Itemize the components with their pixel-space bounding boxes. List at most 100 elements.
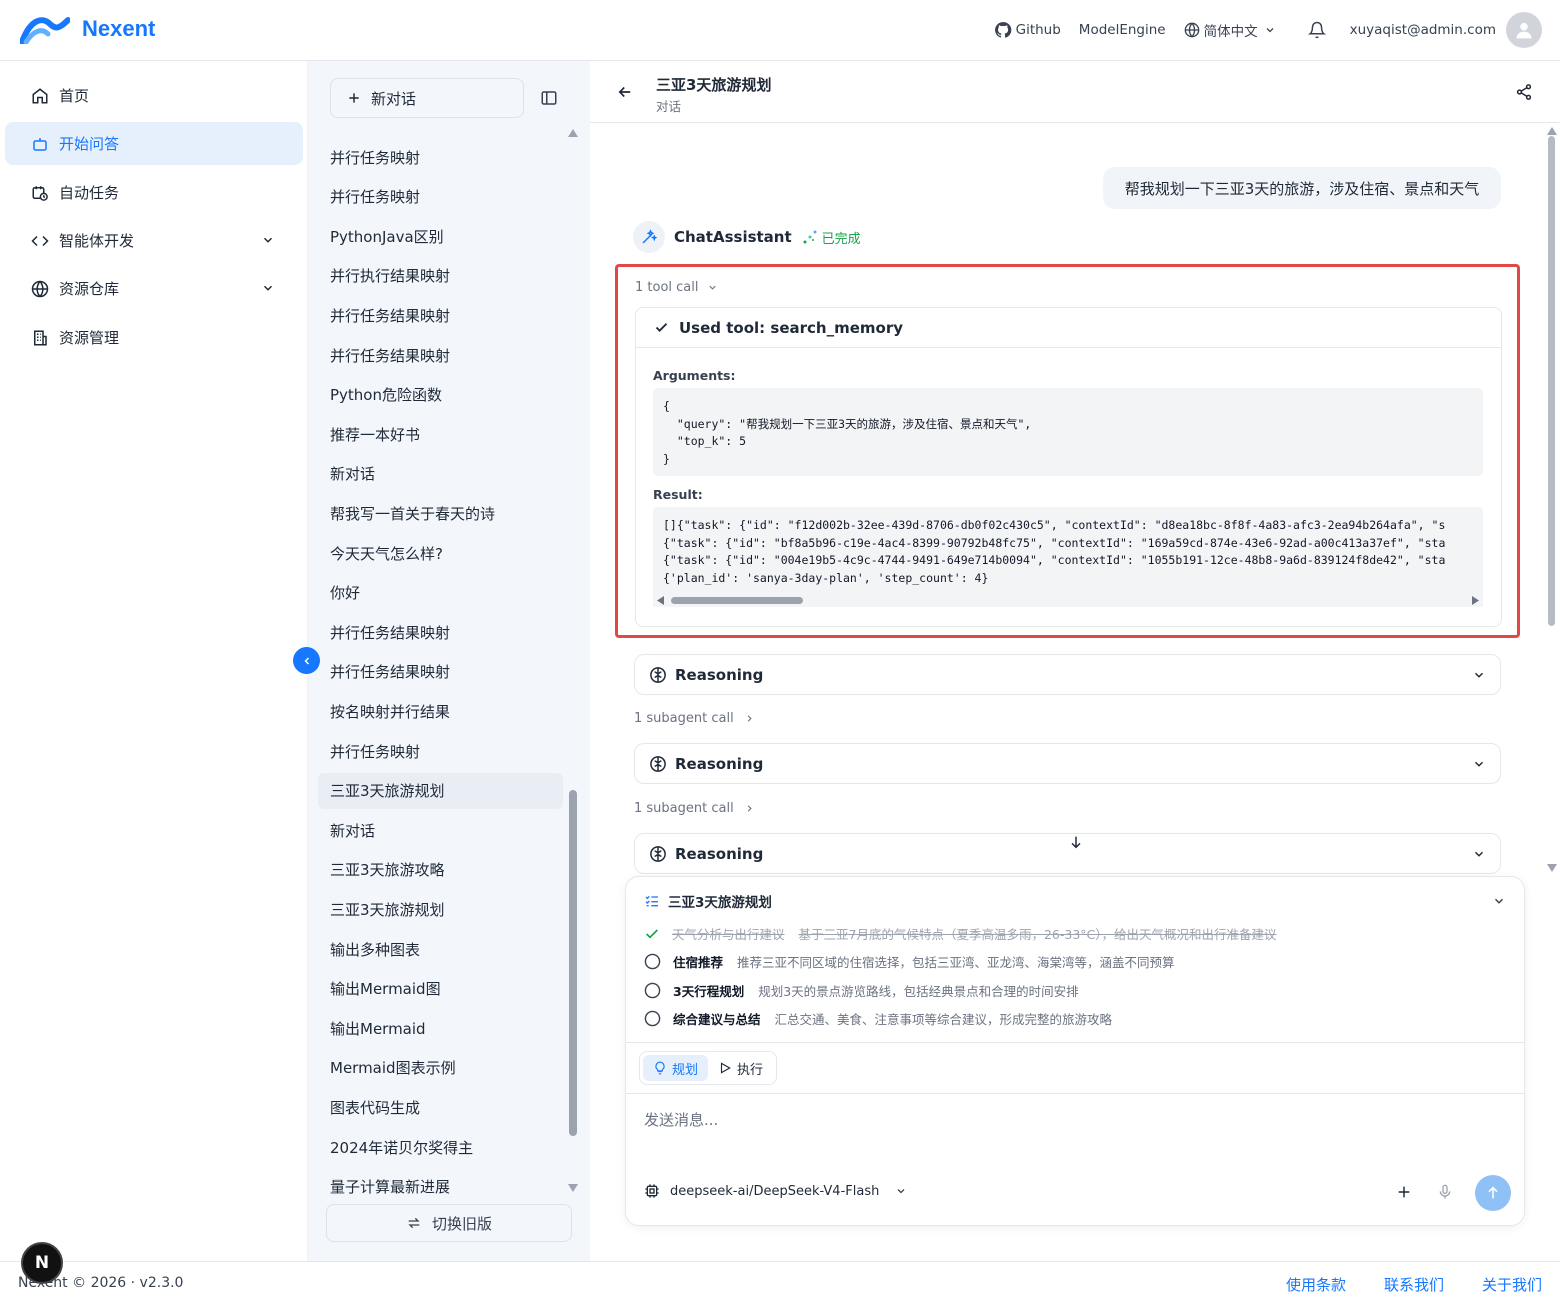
mode-toggle: 规划 执行 — [639, 1051, 778, 1085]
history-item[interactable]: 三亚3天旅游规划 — [318, 772, 563, 809]
step-desc: 推荐三亚不同区域的住宿选择，包括三亚湾、亚龙湾、海棠湾等，涵盖不同预算 — [737, 955, 1175, 970]
subagent-call-label: 1 subagent call — [634, 801, 734, 816]
tool-card-header[interactable]: Used tool: search_memory — [636, 308, 1501, 348]
sparkle-dots-icon — [803, 230, 817, 244]
nav-item-resource-mgmt[interactable]: 资源管理 — [5, 316, 303, 359]
switch-old-version-button[interactable]: 切换旧版 — [326, 1204, 572, 1242]
history-item[interactable]: 并行任务映射 — [318, 733, 563, 769]
logo[interactable]: Nexent — [20, 14, 155, 44]
circle-icon — [644, 982, 661, 999]
reasoning-block[interactable]: Reasoning — [634, 743, 1501, 784]
reasoning-label: Reasoning — [675, 665, 764, 684]
collapse-sidebar-button[interactable] — [293, 647, 320, 674]
tool-call-toggle[interactable]: 1 tool call — [635, 280, 718, 295]
agent-name: ChatAssistant — [674, 228, 792, 246]
add-attachment-button[interactable] — [1396, 1184, 1412, 1204]
bot-icon — [33, 137, 47, 151]
history-item[interactable]: 输出多种图表 — [318, 931, 563, 967]
history-item[interactable]: 并行任务结果映射 — [318, 337, 563, 373]
top-bar: Nexent Github ModelEngine 简体中文 xuyaqist@… — [0, 0, 1560, 61]
avatar[interactable] — [1506, 12, 1542, 48]
history-item[interactable]: 输出Mermaid图 — [318, 971, 563, 1007]
history-item[interactable]: 你好 — [318, 575, 563, 611]
agent-status: 已完成 — [802, 228, 861, 247]
history-item[interactable]: 三亚3天旅游规划 — [318, 891, 563, 927]
result-horizontal-scrollbar[interactable] — [653, 593, 1483, 607]
history-item[interactable]: 并行任务结果映射 — [318, 297, 563, 333]
history-item[interactable]: 帮我写一首关于春天的诗 — [318, 495, 563, 531]
history-scrollbar-thumb[interactable] — [569, 790, 577, 1136]
voice-input-button[interactable] — [1437, 1184, 1453, 1204]
scroll-right-icon[interactable] — [1472, 596, 1479, 605]
history-item[interactable]: 今天天气怎么样? — [318, 535, 563, 571]
github-label: Github — [1015, 22, 1061, 38]
scrollbar-thumb[interactable] — [671, 597, 803, 604]
user-email[interactable]: xuyaqist@admin.com — [1350, 22, 1496, 38]
switch-old-label: 切换旧版 — [431, 1214, 492, 1233]
reasoning-label: Reasoning — [675, 754, 764, 773]
history-item[interactable]: 并行任务映射 — [318, 179, 563, 215]
history-item[interactable]: 并行任务结果映射 — [318, 654, 563, 690]
scroll-down-icon[interactable] — [1547, 864, 1557, 872]
language-label: 简体中文 — [1203, 24, 1258, 40]
history-item[interactable]: 并行执行结果映射 — [318, 258, 563, 294]
back-button[interactable] — [616, 83, 634, 105]
share-button[interactable] — [1515, 83, 1533, 105]
history-item[interactable]: 新对话 — [318, 456, 563, 492]
nav-item-start-qa[interactable]: 开始问答 — [5, 122, 303, 165]
new-chat-button[interactable]: 新对话 — [330, 78, 524, 118]
history-item[interactable]: 2024年诺贝尔奖得主 — [318, 1129, 563, 1165]
contact-link[interactable]: 联系我们 — [1384, 1274, 1444, 1295]
nexent-logo-icon — [20, 17, 70, 44]
nav-item-auto-tasks[interactable]: 自动任务 — [5, 171, 303, 214]
history-item[interactable]: 图表代码生成 — [318, 1089, 563, 1125]
calendar-clock-icon — [32, 185, 48, 201]
app-name: Nexent — [82, 16, 156, 41]
history-item[interactable]: 并行任务结果映射 — [318, 614, 563, 650]
history-item[interactable]: 并行任务映射 — [318, 139, 563, 175]
page-title: 三亚3天旅游规划 — [656, 76, 772, 94]
chat-scrollbar-thumb[interactable] — [1548, 136, 1555, 626]
history-item[interactable]: 输出Mermaid — [318, 1010, 563, 1046]
plan-mode-button[interactable]: 规划 — [643, 1055, 709, 1081]
nav-item-home[interactable]: 首页 — [5, 74, 303, 117]
plan-step: 住宿推荐 推荐三亚不同区域的住宿选择，包括三亚湾、亚龙湾、海棠湾等，涵盖不同预算 — [644, 952, 1175, 971]
notifications-button[interactable] — [1307, 21, 1330, 39]
subagent-call-toggle[interactable]: 1 subagent call — [634, 801, 755, 816]
nav-item-agent-dev[interactable]: 智能体开发 — [5, 219, 303, 262]
sidebar-nav: 首页 开始问答 自动任务 智能体开发 资源仓库 资源管理 — [0, 61, 308, 1261]
chevron-down-icon — [897, 1189, 905, 1194]
github-link[interactable]: Github — [994, 21, 1061, 39]
message-input[interactable] — [644, 1111, 1504, 1129]
agent-header: ChatAssistant 已完成 — [633, 221, 861, 253]
scroll-up-icon[interactable] — [1547, 127, 1557, 135]
chevron-down-icon — [1474, 672, 1484, 678]
toggle-sidebar-button[interactable] — [540, 89, 558, 111]
history-item[interactable]: PythonJava区别 — [318, 218, 563, 254]
history-item[interactable]: 量子计算最新进展 — [318, 1169, 563, 1205]
history-item[interactable]: 推荐一本好书 — [318, 416, 563, 452]
terms-link[interactable]: 使用条款 — [1286, 1274, 1346, 1295]
subagent-call-toggle[interactable]: 1 subagent call — [634, 711, 755, 726]
send-button[interactable] — [1475, 1175, 1511, 1211]
history-item[interactable]: 新对话 — [318, 812, 563, 848]
scroll-left-icon[interactable] — [657, 596, 664, 605]
model-engine-link[interactable]: ModelEngine — [1079, 22, 1166, 38]
history-item[interactable]: Mermaid图表示例 — [318, 1050, 563, 1086]
scroll-to-bottom-button[interactable] — [1068, 834, 1084, 854]
history-item[interactable]: 按名映射并行结果 — [318, 693, 563, 729]
nav-item-resource-repo[interactable]: 资源仓库 — [5, 267, 303, 310]
globe-icon — [1184, 22, 1199, 38]
about-link[interactable]: 关于我们 — [1482, 1274, 1542, 1295]
scroll-up-icon[interactable] — [568, 129, 578, 137]
home-icon — [32, 87, 48, 103]
language-selector[interactable]: 简体中文 — [1184, 20, 1280, 40]
model-selector[interactable]: deepseek-ai/DeepSeek-V4-Flash — [644, 1183, 907, 1199]
plan-collapse-button[interactable] — [1492, 893, 1506, 912]
execute-mode-button[interactable]: 执行 — [708, 1055, 773, 1081]
scroll-down-icon[interactable] — [568, 1184, 578, 1192]
dev-tools-badge[interactable]: N — [21, 1242, 63, 1284]
history-item[interactable]: Python危险函数 — [318, 377, 563, 413]
reasoning-block[interactable]: Reasoning — [634, 654, 1501, 695]
history-item[interactable]: 三亚3天旅游攻略 — [318, 852, 563, 888]
